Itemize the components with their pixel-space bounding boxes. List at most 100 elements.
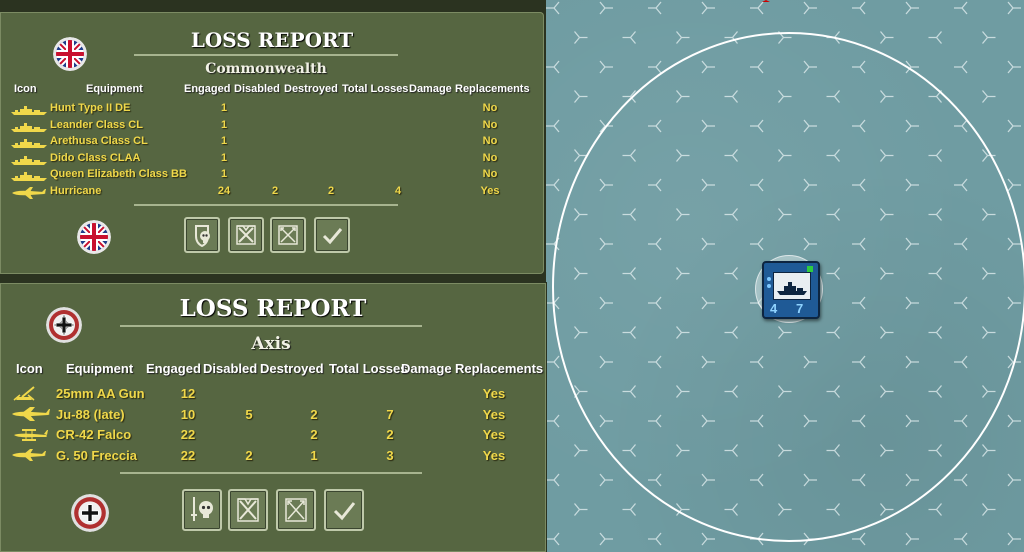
column-header-icon: Icon: [16, 361, 43, 376]
table-row[interactable]: G. 50 Freccia 22 2 1 3 Yes: [0, 448, 546, 469]
engaged-cell: 1: [220, 135, 228, 147]
engaged-cell: 10: [180, 406, 196, 422]
show-destroyed-button[interactable]: [184, 217, 220, 253]
biplane-icon: [10, 427, 50, 446]
equipment-name: 25mm AA Gun: [56, 386, 145, 401]
column-header-equipment: Equipment: [66, 361, 134, 376]
column-header-disabled: Disabled: [234, 83, 280, 95]
replacements-cell: Yes: [482, 448, 506, 464]
table-row[interactable]: Hunt Type II DE 1 No: [0, 102, 544, 119]
show-disabled-button[interactable]: [228, 217, 264, 253]
union-jack-roundel-icon: [77, 220, 111, 254]
equipment-name: Hurricane: [50, 184, 102, 197]
ship-silhouette-icon: [773, 272, 811, 300]
table-row[interactable]: Ju-88 (late) 10 5 2 7 Yes: [0, 406, 546, 428]
engaged-cell: 1: [220, 118, 228, 131]
table-divider: [134, 204, 398, 206]
axis-side-label: Axis: [251, 334, 291, 354]
replacements-cell: No: [482, 151, 498, 164]
skull-sword-icon: [191, 497, 213, 521]
commonwealth-report-title: LOSS REPORT: [190, 28, 354, 52]
engaged-cell: 12: [180, 386, 196, 401]
column-header-damage: Damage: [409, 83, 452, 95]
equipment-name: Ju-88 (late): [56, 406, 125, 422]
table-row[interactable]: Leander Class CL 1 No: [0, 119, 544, 136]
unit-stat-right: 7: [796, 301, 804, 316]
disabled-cell: 2: [271, 184, 279, 197]
bomber-plane-icon: [10, 406, 52, 426]
equipment-name: Hunt Type II DE: [50, 102, 131, 114]
table-row[interactable]: Dido Class CLAA 1 No: [0, 152, 544, 169]
column-header-disabled: Disabled: [203, 361, 258, 376]
replacements-cell: No: [482, 102, 498, 114]
destroyed-cell: 2: [310, 406, 318, 422]
engaged-cell: 1: [220, 102, 228, 114]
column-header-total-losses: Total Losses: [342, 83, 409, 95]
fighter-plane-icon: [10, 186, 48, 204]
disabled-cell: 5: [245, 406, 253, 422]
iron-cross-roundel-icon: [71, 494, 109, 532]
column-header-total-losses: Total Losses: [329, 361, 408, 376]
unit-stat-left: 4: [770, 301, 778, 316]
show-destroyed-button[interactable]: [182, 489, 222, 531]
table-row[interactable]: CR-42 Falco 22 2 2 Yes: [0, 427, 546, 448]
checkmark-icon: [322, 228, 343, 245]
skull-shield-icon: [195, 225, 210, 248]
column-header-destroyed: Destroyed: [284, 83, 338, 95]
equipment-name: CR-42 Falco: [56, 427, 132, 443]
destroyed-cell: 1: [310, 448, 318, 464]
crossed-arrows-icon: [278, 225, 298, 245]
table-row[interactable]: 25mm AA Gun 12 Yes: [0, 386, 546, 407]
pip: [767, 277, 771, 281]
total-cell: 3: [386, 448, 394, 464]
engaged-cell: 1: [220, 168, 228, 180]
table-row[interactable]: Arethusa Class CL 1 No: [0, 135, 544, 152]
replacements-cell: Yes: [482, 386, 506, 401]
table-divider: [120, 472, 422, 474]
column-header-replacements: Replacements: [455, 83, 530, 95]
show-engaged-button[interactable]: [276, 489, 316, 531]
engaged-cell: 22: [180, 427, 196, 443]
column-header-icon: Icon: [14, 83, 37, 95]
replacements-cell: Yes: [480, 184, 500, 197]
column-header-damage: Damage: [401, 361, 452, 376]
equipment-name: Arethusa Class CL: [50, 135, 148, 147]
column-header-destroyed: Destroyed: [260, 361, 324, 376]
column-header-engaged: Engaged: [146, 361, 201, 376]
naval-unit-counter[interactable]: 4 7: [762, 261, 820, 319]
commonwealth-loss-report-panel: LOSS REPORT Commonwealth Icon Equipment …: [0, 12, 544, 274]
total-cell: 7: [386, 406, 394, 422]
equipment-name: Queen Elizabeth Class BB: [50, 168, 187, 180]
title-divider: [120, 325, 422, 327]
checkmark-icon: [333, 502, 356, 521]
replacements-cell: No: [482, 168, 498, 180]
replacements-cell: No: [482, 135, 498, 147]
column-header-replacements: Replacements: [455, 361, 544, 376]
total-cell: 4: [394, 184, 402, 197]
replacements-cell: Yes: [482, 406, 506, 422]
engaged-cell: 24: [217, 184, 231, 197]
replacements-cell: No: [482, 118, 498, 131]
engaged-cell: 22: [180, 448, 196, 464]
title-divider: [134, 54, 398, 56]
equipment-name: Leander Class CL: [50, 118, 143, 131]
column-header-engaged: Engaged: [184, 83, 231, 95]
axis-loss-report-panel: LOSS REPORT Axis Icon Equipment Engaged …: [0, 283, 546, 552]
axis-report-title: LOSS REPORT: [179, 295, 367, 322]
equipment-name: G. 50 Freccia: [56, 448, 137, 464]
pip: [767, 284, 771, 288]
fighter-plane-icon: [10, 448, 48, 466]
crossed-swords-icon: [236, 225, 256, 245]
column-header-equipment: Equipment: [86, 83, 143, 95]
table-row[interactable]: Queen Elizabeth Class BB 1 No: [0, 168, 544, 185]
crossed-swords-icon: [237, 498, 259, 522]
show-engaged-button[interactable]: [270, 217, 306, 253]
engaged-cell: 1: [220, 151, 228, 164]
aa-gun-icon: [10, 386, 40, 407]
total-cell: 2: [386, 427, 394, 443]
confirm-button[interactable]: [324, 489, 364, 531]
show-disabled-button[interactable]: [228, 489, 268, 531]
table-row[interactable]: Hurricane 24 2 2 4 Yes: [0, 185, 544, 202]
confirm-button[interactable]: [314, 217, 350, 253]
destroyed-cell: 2: [327, 184, 335, 197]
